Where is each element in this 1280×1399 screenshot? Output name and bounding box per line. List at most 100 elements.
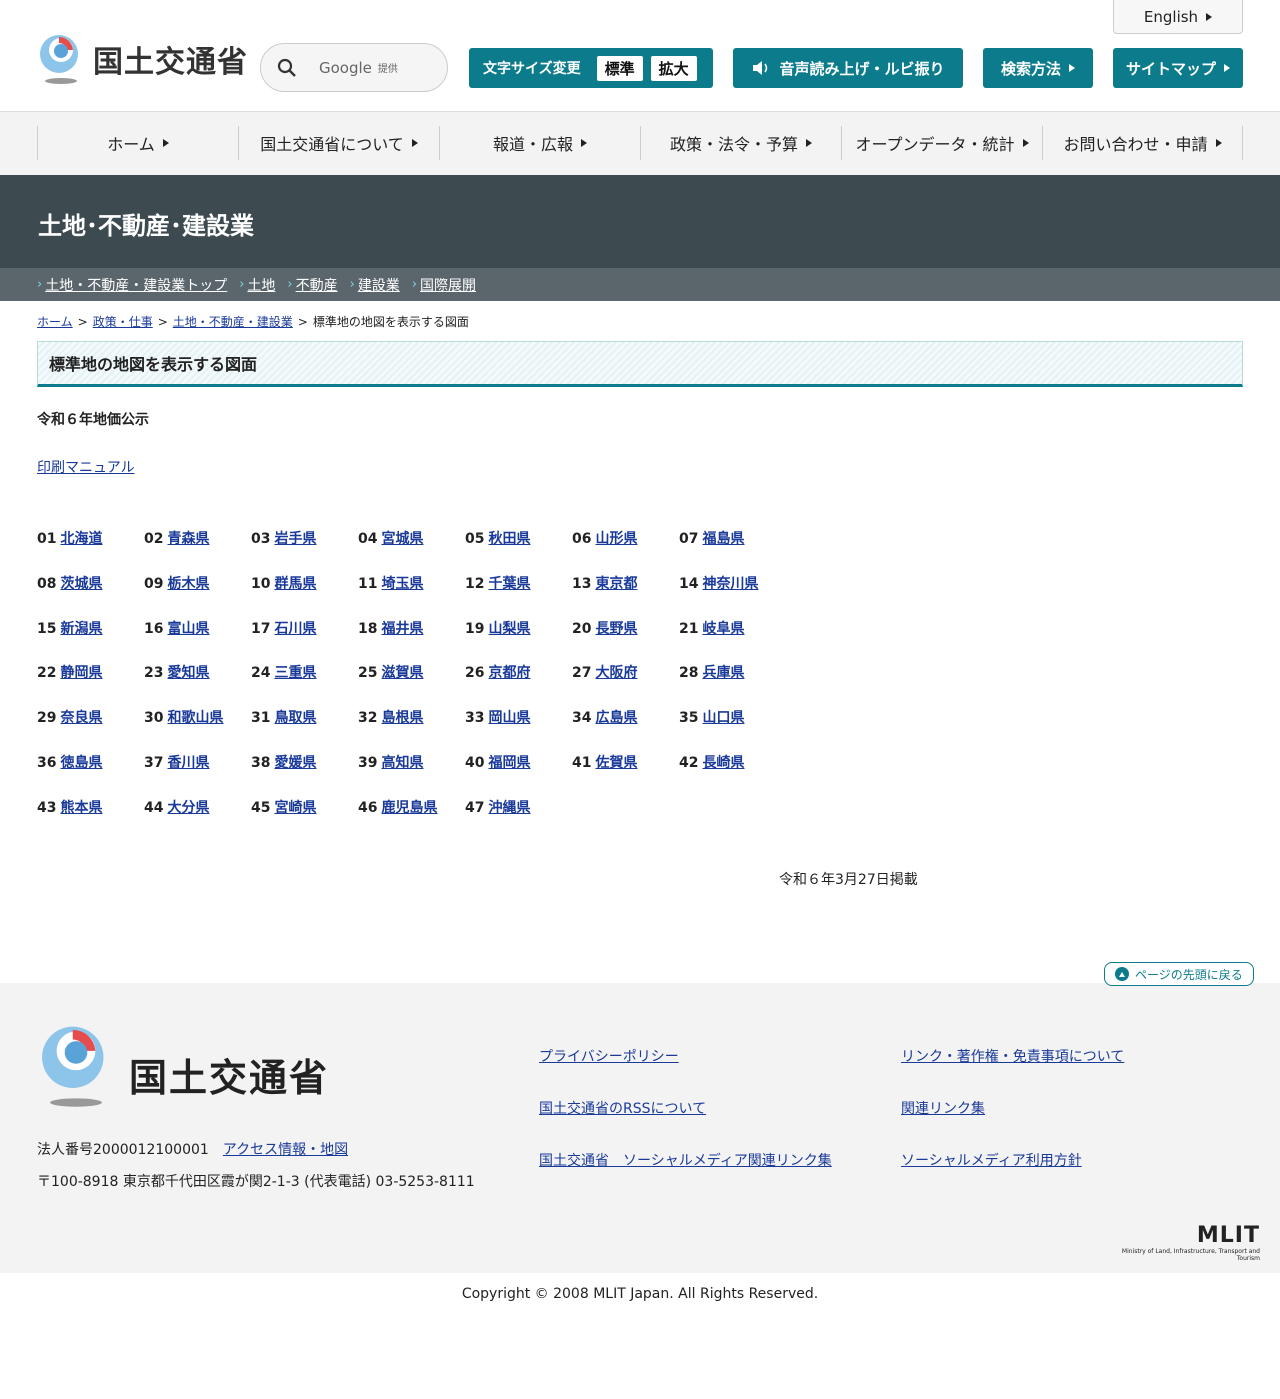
prefecture-link[interactable]: 新潟県: [60, 621, 102, 637]
prefecture-link[interactable]: 島根県: [381, 710, 423, 726]
prefecture-link[interactable]: 岡山県: [488, 710, 530, 726]
social-media-links-link[interactable]: 国土交通省 ソーシャルメディア関連リンク集: [539, 1150, 832, 1170]
font-size-normal-button[interactable]: 標準: [596, 55, 643, 81]
breadcrumb-home[interactable]: ホーム: [37, 315, 73, 329]
gnav-item-contact[interactable]: お問い合わせ・申請: [1042, 126, 1243, 160]
related-links-link[interactable]: 関連リンク集: [901, 1098, 985, 1118]
page-top-button[interactable]: ページの先頭に戻る: [1104, 962, 1254, 986]
search-input[interactable]: Google 提供: [260, 43, 448, 92]
prefecture-link[interactable]: 秋田県: [488, 531, 530, 547]
chevron-right-icon: ›: [411, 277, 418, 292]
gnav-item-about[interactable]: 国土交通省について: [238, 126, 439, 160]
access-link[interactable]: アクセス情報・地図: [223, 1142, 348, 1158]
prefecture-link[interactable]: 愛知県: [167, 665, 209, 681]
prefecture-link[interactable]: 栃木県: [167, 576, 209, 592]
prefecture-link[interactable]: 山梨県: [488, 621, 530, 637]
prefecture-link[interactable]: 岩手県: [274, 531, 316, 547]
prefecture-link[interactable]: 大分県: [167, 800, 209, 816]
prefecture-link[interactable]: 京都府: [488, 665, 530, 681]
prefecture-link[interactable]: 静岡県: [60, 665, 102, 681]
prefecture-link[interactable]: 徳島県: [60, 755, 102, 771]
prefecture-link[interactable]: 福岡県: [488, 755, 530, 771]
prefecture-number: 39: [358, 754, 378, 771]
prefecture-number: 28: [679, 665, 699, 682]
subnav-item-realestate[interactable]: 不動産: [296, 275, 338, 295]
prefecture-link[interactable]: 神奈川県: [702, 576, 758, 592]
gnav-item-press[interactable]: 報道・広報: [439, 126, 640, 160]
gnav-item-policy[interactable]: 政策・法令・予算: [640, 126, 841, 160]
prefecture-link[interactable]: 宮崎県: [274, 800, 316, 816]
gnav-label: 政策・法令・予算: [669, 135, 798, 154]
copyright-disclaimer-link[interactable]: リンク・著作権・免責事項について: [901, 1046, 1124, 1066]
prefecture-number: 29: [37, 710, 57, 727]
mlit-wordmark: MLIT Ministry of Land, Infrastructure, T…: [1100, 1223, 1260, 1262]
prefecture-link[interactable]: 愛媛県: [274, 755, 316, 771]
footer-logo[interactable]: 国土交通省: [37, 1025, 329, 1109]
font-size-large-button[interactable]: 拡大: [650, 55, 697, 81]
prefecture-link[interactable]: 北海道: [60, 531, 102, 547]
subnav-item-land[interactable]: 土地: [247, 275, 275, 295]
prefecture-link[interactable]: 鹿児島県: [381, 800, 437, 816]
prefecture-link[interactable]: 茨城県: [60, 576, 102, 592]
prefecture-link[interactable]: 岐阜県: [702, 621, 744, 637]
prefecture-link[interactable]: 沖縄県: [488, 800, 530, 816]
prefecture-number: 08: [37, 575, 57, 592]
prefecture-link[interactable]: 兵庫県: [702, 665, 744, 681]
prefecture-link[interactable]: 宮城県: [381, 531, 423, 547]
prefecture-number: 16: [144, 620, 164, 637]
sitemap-button[interactable]: サイトマップ: [1113, 48, 1243, 88]
prefecture-item: 06 山形県: [572, 528, 679, 573]
prefecture-link[interactable]: 三重県: [274, 665, 316, 681]
prefecture-link[interactable]: 奈良県: [60, 710, 102, 726]
prefecture-link[interactable]: 滋賀県: [381, 665, 423, 681]
prefecture-item: 29 奈良県: [37, 707, 144, 752]
prefecture-link[interactable]: 福島県: [702, 531, 744, 547]
prefecture-link[interactable]: 長野県: [595, 621, 637, 637]
prefecture-number: 46: [358, 799, 378, 816]
breadcrumb-policy[interactable]: 政策・仕事: [93, 315, 153, 329]
breadcrumb-category[interactable]: 土地・不動産・建設業: [173, 315, 293, 329]
privacy-policy-link[interactable]: プライバシーポリシー: [539, 1046, 679, 1066]
sitemap-label: サイトマップ: [1125, 59, 1216, 78]
prefecture-number: 43: [37, 799, 57, 816]
prefecture-link[interactable]: 石川県: [274, 621, 316, 637]
prefecture-number: 04: [358, 531, 378, 547]
english-button[interactable]: English: [1113, 0, 1243, 34]
prefecture-link[interactable]: 熊本県: [60, 800, 102, 816]
prefecture-link[interactable]: 東京都: [595, 576, 637, 592]
subnav-item-construction[interactable]: 建設業: [358, 275, 400, 295]
prefecture-number: 15: [37, 620, 57, 637]
prefecture-link[interactable]: 高知県: [381, 755, 423, 771]
subnav-item-top[interactable]: 土地・不動産・建設業トップ: [45, 275, 227, 295]
triangle-right-icon: [806, 139, 812, 147]
prefecture-link[interactable]: 佐賀県: [595, 755, 637, 771]
social-media-policy-link[interactable]: ソーシャルメディア利用方針: [901, 1150, 1082, 1170]
prefecture-link[interactable]: 長崎県: [702, 755, 744, 771]
prefecture-link[interactable]: 山形県: [595, 531, 637, 547]
subnav-item-international[interactable]: 国際展開: [420, 275, 476, 295]
mlit-wordmark-subtitle: Ministry of Land, Infrastructure, Transp…: [1121, 1248, 1260, 1262]
prefecture-link[interactable]: 埼玉県: [381, 576, 423, 592]
prefecture-link[interactable]: 青森県: [167, 531, 209, 547]
voice-ruby-button[interactable]: 音声読み上げ・ルビ振り: [733, 48, 963, 88]
prefecture-link[interactable]: 香川県: [167, 755, 209, 771]
mlit-logo[interactable]: 国土交通省: [37, 34, 248, 84]
prefecture-link[interactable]: 千葉県: [488, 576, 530, 592]
prefecture-link[interactable]: 大阪府: [595, 665, 637, 681]
gnav-item-home[interactable]: ホーム: [37, 126, 238, 160]
prefecture-link[interactable]: 広島県: [595, 710, 637, 726]
mlit-emblem-icon: [40, 35, 78, 84]
prefecture-link[interactable]: 山口県: [702, 710, 744, 726]
prefecture-link[interactable]: 富山県: [167, 621, 209, 637]
prefecture-link[interactable]: 福井県: [381, 621, 423, 637]
search-method-button[interactable]: 検索方法: [983, 48, 1093, 88]
gnav-item-opendata[interactable]: オープンデータ・統計: [841, 126, 1042, 160]
prefecture-number: 35: [679, 710, 699, 727]
rss-link[interactable]: 国土交通省のRSSについて: [539, 1098, 706, 1118]
prefecture-link[interactable]: 鳥取県: [274, 710, 316, 726]
page-top-label: ページの先頭に戻る: [1135, 967, 1243, 982]
corporate-number: 法人番号2000012100001 アクセス情報・地図: [37, 1139, 348, 1159]
prefecture-link[interactable]: 群馬県: [274, 576, 316, 592]
print-manual-link[interactable]: 印刷マニュアル: [37, 457, 135, 477]
prefecture-link[interactable]: 和歌山県: [167, 710, 223, 726]
